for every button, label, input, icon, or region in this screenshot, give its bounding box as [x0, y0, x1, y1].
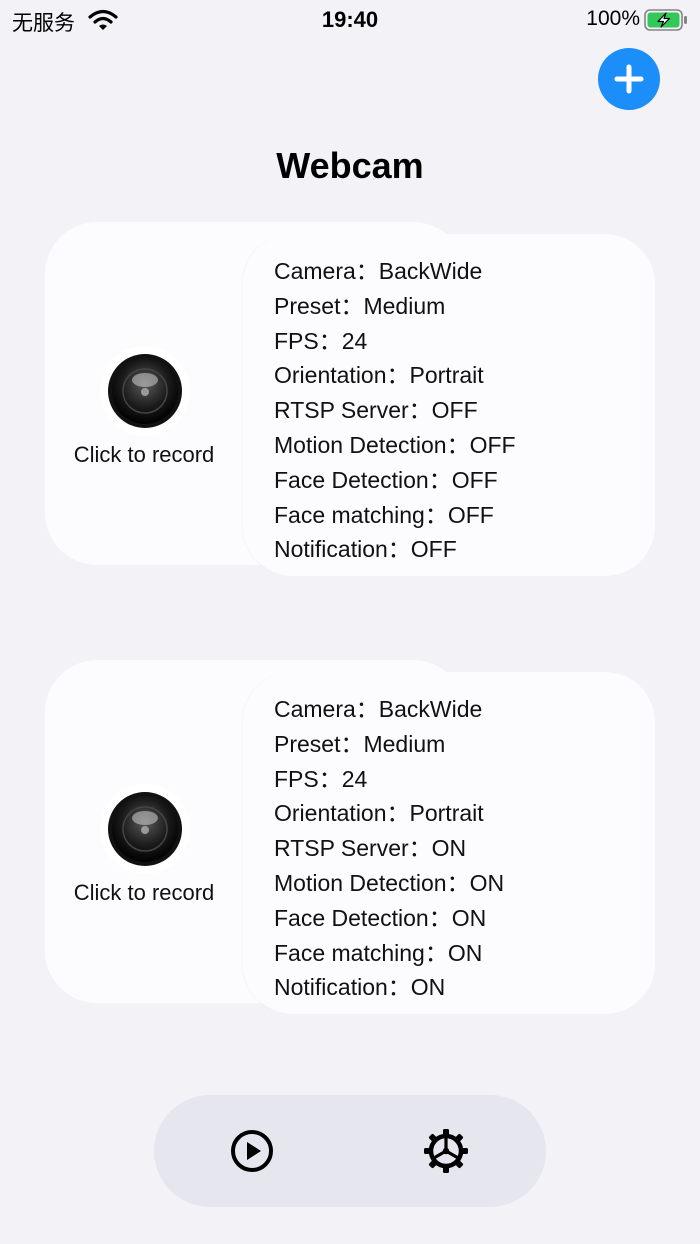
- bottom-tab-bar: [154, 1095, 546, 1207]
- notification-setting: Notification：ON: [274, 974, 446, 1001]
- status-bar: 无服务 19:40 100%: [0, 0, 700, 40]
- face-matching-setting: Face matching：ON: [274, 939, 483, 966]
- rtsp-server-setting: RTSP Server：OFF: [274, 397, 478, 424]
- battery-percent: 100%: [586, 7, 640, 30]
- preset-setting: Preset：Medium: [274, 730, 446, 757]
- camera-card: Click to record Camera：BackWide Preset：M…: [0, 660, 700, 1020]
- camera-card: Click to record Camera：BackWide Preset：M…: [0, 222, 700, 582]
- motion-detection-setting: Motion Detection：OFF: [274, 431, 516, 458]
- webcam-screen: 无服务 19:40 100% Webcam Click to record Ca…: [0, 0, 700, 1244]
- camera-settings-list: Camera：BackWide Preset：Medium FPS：24 Ori…: [274, 690, 504, 1003]
- battery-charging-icon: [644, 9, 687, 31]
- play-circle-icon: [231, 1130, 273, 1172]
- camera-settings-list: Camera：BackWide Preset：Medium FPS：24 Ori…: [274, 252, 516, 565]
- notification-setting: Notification：OFF: [274, 536, 457, 563]
- face-matching-setting: Face matching：OFF: [274, 501, 494, 528]
- face-detection-setting: Face Detection：OFF: [274, 466, 498, 493]
- record-label: Click to record: [73, 880, 215, 905]
- settings-tab-button[interactable]: [418, 1123, 474, 1179]
- face-detection-setting: Face Detection：ON: [274, 904, 487, 931]
- motion-detection-setting: Motion Detection：ON: [274, 869, 505, 896]
- preset-setting: Preset：Medium: [274, 292, 446, 319]
- camera-setting: Camera：BackWide: [274, 696, 483, 722]
- orientation-setting: Orientation：Portrait: [274, 362, 484, 389]
- record-button[interactable]: Click to record: [45, 780, 243, 910]
- camera-lens-icon: [100, 784, 190, 874]
- gear-icon: [424, 1129, 468, 1173]
- plus-icon: [614, 64, 644, 94]
- record-button[interactable]: Click to record: [45, 342, 243, 472]
- record-label: Click to record: [73, 442, 215, 467]
- fps-setting: FPS：24: [274, 765, 368, 792]
- playback-tab-button[interactable]: [224, 1123, 280, 1179]
- page-title: Webcam: [276, 145, 424, 186]
- camera-lens-icon: [100, 346, 190, 436]
- orientation-setting: Orientation：Portrait: [274, 800, 484, 827]
- add-camera-button[interactable]: [598, 48, 660, 110]
- fps-setting: FPS：24: [274, 327, 368, 354]
- camera-setting: Camera：BackWide: [274, 258, 483, 284]
- rtsp-server-setting: RTSP Server：ON: [274, 835, 467, 862]
